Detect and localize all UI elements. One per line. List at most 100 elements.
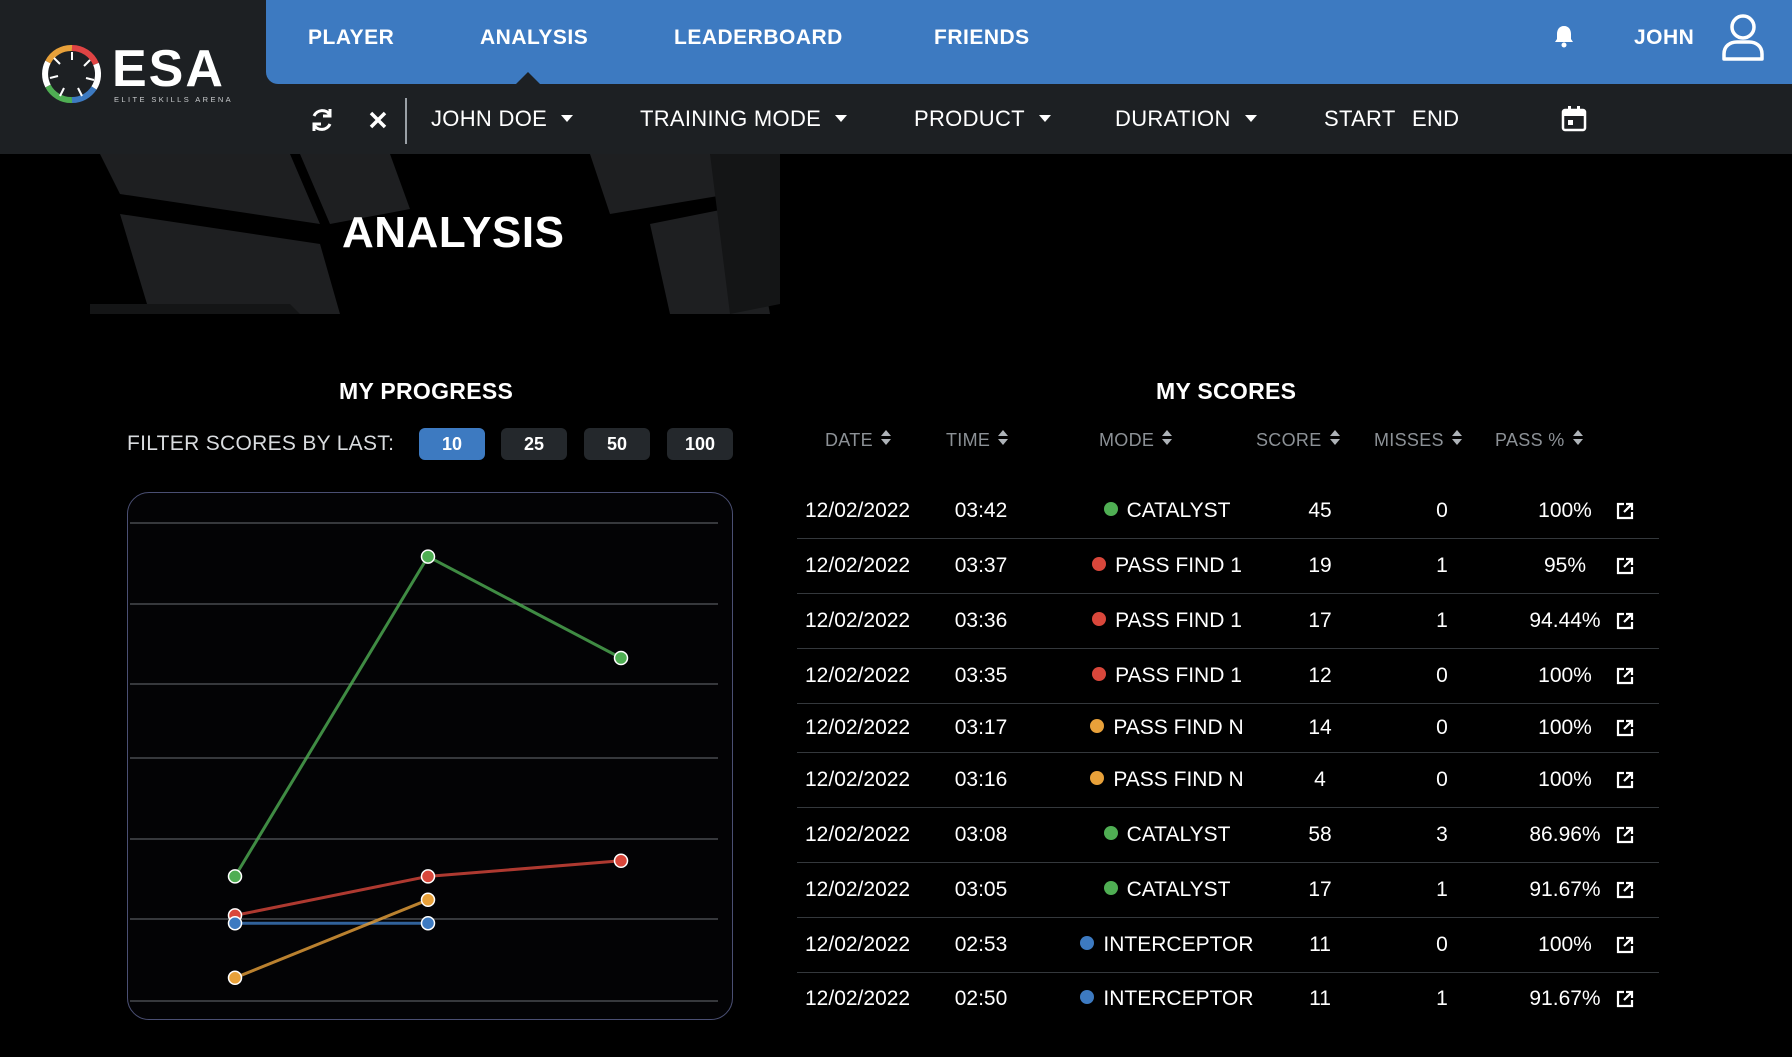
data-point[interactable] xyxy=(420,892,436,908)
score-cell: 12 xyxy=(1308,664,1332,687)
pass-percent-cell: 95% xyxy=(1543,554,1587,577)
user-icon[interactable] xyxy=(1720,12,1766,62)
date-cell: 12/02/2022 xyxy=(805,716,911,739)
column-header-date[interactable]: DATE xyxy=(825,430,891,451)
pass-percent-cell: 100% xyxy=(1538,499,1592,522)
scores-title: MY SCORES xyxy=(1156,378,1297,404)
filter-last-100-button[interactable]: 100 xyxy=(667,428,733,460)
external-link-icon[interactable] xyxy=(1615,989,1635,1009)
nav-item-friends[interactable]: FRIENDS xyxy=(934,26,1030,50)
table-row: 12/02/2022 03:05 CATALYST 17 1 91.67% xyxy=(797,863,1659,918)
mode-label: PASS FIND 1 xyxy=(1115,554,1242,577)
time-cell: 03:05 xyxy=(954,878,1008,901)
duration-label: DURATION xyxy=(1115,106,1231,131)
sort-icon xyxy=(1329,430,1340,446)
sort-icon xyxy=(1572,430,1583,446)
start-date-field[interactable]: START xyxy=(1324,106,1396,132)
table-row: 12/02/2022 03:08 CATALYST 58 3 86.96% xyxy=(797,808,1659,863)
mode-color-dot xyxy=(1103,502,1118,517)
external-link-icon[interactable] xyxy=(1615,770,1635,790)
misses-cell: 0 xyxy=(1436,768,1448,791)
date-cell: 12/02/2022 xyxy=(805,823,911,846)
end-date-field[interactable]: END xyxy=(1412,106,1459,132)
external-link-icon[interactable] xyxy=(1615,611,1635,631)
training-mode-label: TRAINING MODE xyxy=(640,106,822,131)
username[interactable]: JOHN xyxy=(1634,26,1694,50)
mode-cell: PASS FIND N xyxy=(1037,753,1297,807)
pass-percent-cell: 91.67% xyxy=(1529,987,1601,1010)
mode-label: CATALYST xyxy=(1126,499,1231,522)
column-header-misses[interactable]: MISSES xyxy=(1374,430,1462,451)
score-cell: 14 xyxy=(1308,716,1332,739)
column-header-label: SCORE xyxy=(1256,430,1322,450)
data-point[interactable] xyxy=(227,869,243,884)
table-row: 12/02/2022 03:42 CATALYST 45 0 100% xyxy=(797,484,1659,539)
calendar-icon[interactable] xyxy=(1560,105,1588,133)
date-cell: 12/02/2022 xyxy=(805,768,911,791)
data-point[interactable] xyxy=(420,915,436,931)
product-select[interactable]: PRODUCT xyxy=(914,106,1051,132)
data-point[interactable] xyxy=(420,869,436,884)
filter-last-25-button[interactable]: 25 xyxy=(501,428,567,460)
filter-last-10-button[interactable]: 10 xyxy=(419,428,485,460)
external-link-icon[interactable] xyxy=(1615,501,1635,521)
duration-select[interactable]: DURATION xyxy=(1115,106,1257,132)
mode-label: PASS FIND N xyxy=(1113,768,1244,791)
top-bar: ESA ELITE SKILLS ARENA PLAYER ANALYSIS L… xyxy=(0,0,1792,154)
column-header-label: PASS % xyxy=(1495,430,1565,450)
external-link-icon[interactable] xyxy=(1615,825,1635,845)
misses-cell: 1 xyxy=(1436,554,1448,577)
score-cell: 19 xyxy=(1308,554,1332,577)
external-link-icon[interactable] xyxy=(1615,935,1635,955)
column-header-label: TIME xyxy=(946,430,991,450)
time-cell: 02:50 xyxy=(954,987,1008,1010)
pass-percent-cell: 91.67% xyxy=(1529,878,1601,901)
time-cell: 02:53 xyxy=(954,933,1008,956)
data-point[interactable] xyxy=(613,853,629,869)
date-cell: 12/02/2022 xyxy=(805,609,911,632)
data-point[interactable] xyxy=(227,970,243,986)
close-icon[interactable] xyxy=(364,106,392,134)
date-cell: 12/02/2022 xyxy=(805,987,911,1010)
nav-item-player[interactable]: PLAYER xyxy=(308,26,394,50)
external-link-icon[interactable] xyxy=(1615,718,1635,738)
bell-icon[interactable] xyxy=(1553,24,1575,48)
refresh-icon[interactable] xyxy=(308,106,336,134)
column-header-label: DATE xyxy=(825,430,873,450)
table-row: 12/02/2022 03:35 PASS FIND 1 12 0 100% xyxy=(797,649,1659,704)
date-cell: 12/02/2022 xyxy=(805,933,911,956)
mode-cell: PASS FIND 1 xyxy=(1037,539,1297,593)
column-header-score[interactable]: SCORE xyxy=(1256,430,1340,451)
external-link-icon[interactable] xyxy=(1615,556,1635,576)
time-cell: 03:16 xyxy=(954,768,1008,791)
nav-item-analysis[interactable]: ANALYSIS xyxy=(480,26,588,50)
column-header-mode[interactable]: MODE xyxy=(1099,430,1173,451)
column-header-pass-percent[interactable]: PASS % xyxy=(1495,430,1583,451)
score-cell: 11 xyxy=(1309,987,1331,1010)
misses-cell: 1 xyxy=(1436,878,1448,901)
misses-cell: 0 xyxy=(1436,716,1448,739)
filter-last-50-button[interactable]: 50 xyxy=(584,428,650,460)
chevron-down-icon xyxy=(1244,114,1257,122)
data-point[interactable] xyxy=(613,650,629,666)
mode-label: INTERCEPTOR xyxy=(1103,987,1254,1010)
mode-cell: PASS FIND 1 xyxy=(1037,594,1297,648)
mode-label: INTERCEPTOR xyxy=(1103,933,1254,956)
player-select[interactable]: JOHN DOE xyxy=(431,106,574,132)
data-point[interactable] xyxy=(420,549,436,564)
data-point[interactable] xyxy=(227,915,243,931)
mode-color-dot xyxy=(1092,557,1107,572)
esa-logo[interactable]: ESA ELITE SKILLS ARENA xyxy=(40,40,240,110)
mode-color-dot xyxy=(1092,667,1107,682)
training-mode-select[interactable]: TRAINING MODE xyxy=(640,106,848,132)
column-header-time[interactable]: TIME xyxy=(946,430,1009,451)
external-link-icon[interactable] xyxy=(1615,666,1635,686)
nav-item-leaderboard[interactable]: LEADERBOARD xyxy=(674,26,843,50)
sort-icon xyxy=(1451,430,1462,446)
pass-percent-cell: 100% xyxy=(1538,933,1592,956)
external-link-icon[interactable] xyxy=(1615,880,1635,900)
score-cell: 17 xyxy=(1308,878,1332,901)
score-cell: 4 xyxy=(1314,768,1326,791)
time-cell: 03:08 xyxy=(954,823,1008,846)
mode-color-dot xyxy=(1092,612,1107,627)
